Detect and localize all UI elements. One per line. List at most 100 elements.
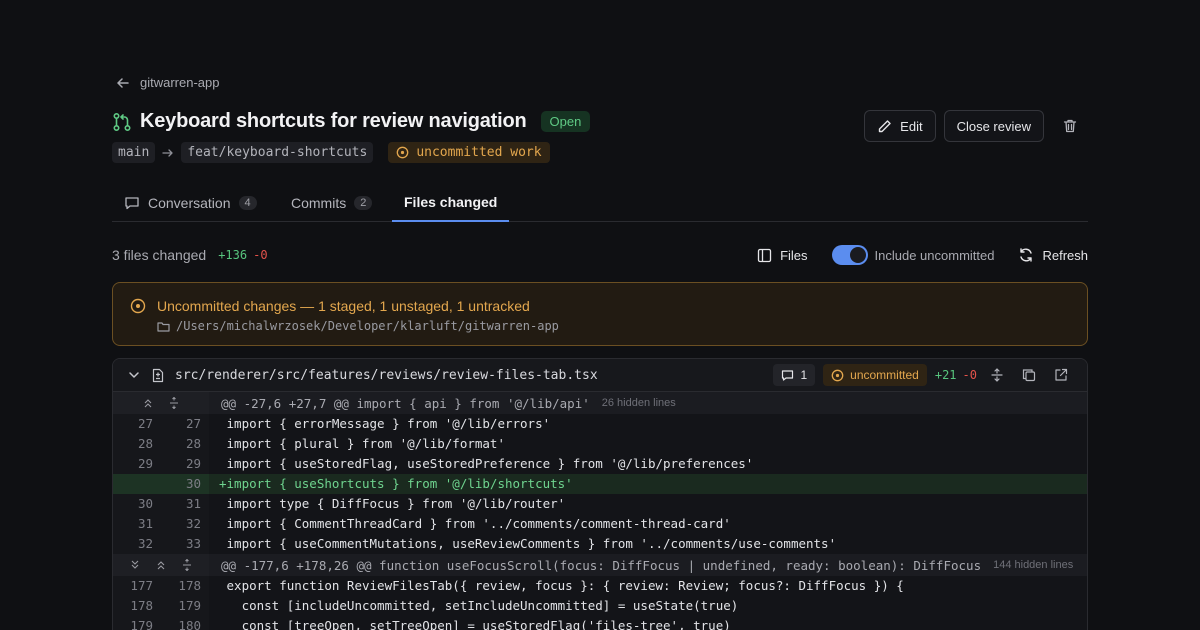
diff-line[interactable]: 177 178 export function ReviewFilesTab({ … [113, 576, 1087, 596]
line-number-gutter: 29 29 [113, 454, 209, 474]
comment-icon [782, 369, 794, 381]
new-line-number: 179 [178, 598, 201, 613]
diff-line[interactable]: 32 33 import { useCommentMutations, useRe… [113, 534, 1087, 554]
back-link-label: gitwarren-app [140, 75, 220, 90]
pencil-icon [878, 119, 891, 132]
new-line-number: 30 [185, 476, 201, 491]
banner-title: Uncommitted changes — 1 staged, 1 unstag… [157, 298, 530, 314]
uncommitted-banner: Uncommitted changes — 1 staged, 1 unstag… [112, 282, 1088, 346]
expand-up-icon[interactable] [156, 560, 166, 570]
expand-vertical-icon [991, 368, 1003, 382]
line-number-gutter: 179 180 [113, 616, 209, 630]
dot-circle-icon [396, 146, 409, 159]
chevron-down-icon[interactable] [127, 368, 141, 382]
uncommitted-work-label: uncommitted work [416, 145, 542, 160]
include-uncommitted-toggle[interactable] [831, 245, 868, 265]
line-number-gutter: 30 [113, 474, 209, 494]
external-link-icon [1055, 368, 1068, 381]
title-row: Keyboard shortcuts for review navigation… [112, 110, 591, 133]
deletions-count: -0 [253, 248, 268, 262]
tab-commits[interactable]: Commits 2 [279, 183, 384, 222]
line-number-gutter: 28 28 [113, 434, 209, 454]
diff-line-added[interactable]: 30 +import { useShortcuts } from '@/lib/s… [113, 474, 1087, 494]
hunk-expand-controls [113, 392, 209, 414]
new-line-number: 31 [185, 496, 201, 511]
uncommitted-label: uncommitted [850, 368, 919, 382]
folder-git-icon [157, 321, 170, 332]
hidden-lines-count[interactable]: 26 hidden lines [602, 397, 676, 409]
banner-path: /Users/michalwrzosek/Developer/klarluft/… [157, 319, 559, 333]
old-line-number: 30 [137, 496, 153, 511]
expand-all-button[interactable] [985, 368, 1009, 382]
file-diff-icon [152, 368, 164, 382]
dot-circle-icon [831, 369, 844, 381]
back-link[interactable]: gitwarren-app [116, 75, 220, 90]
close-review-button[interactable]: Close review [943, 110, 1044, 142]
expand-up-icon[interactable] [143, 398, 153, 408]
copy-path-button[interactable] [1017, 368, 1041, 382]
line-number-gutter: 178 179 [113, 596, 209, 616]
dot-circle-icon [130, 298, 146, 314]
expand-vertical-icon[interactable] [182, 559, 192, 571]
comment-count-badge[interactable]: 1 [773, 364, 816, 386]
tab-conversation[interactable]: Conversation 4 [112, 183, 269, 222]
code-line: +import { useShortcuts } from '@/lib/sho… [219, 476, 573, 491]
hunk-expand-controls [113, 554, 209, 576]
copy-icon [1022, 369, 1036, 382]
expand-vertical-icon[interactable] [169, 397, 179, 409]
line-number-gutter: 27 27 [113, 414, 209, 434]
diff-line[interactable]: 29 29 import { useStoredFlag, useStoredPr… [113, 454, 1087, 474]
file-additions: +21 [934, 368, 957, 382]
code-line: import { errorMessage } from '@/lib/erro… [219, 416, 551, 431]
old-line-number: 28 [137, 436, 153, 451]
diff-line[interactable]: 178 179 const [includeUncommitted, setInc… [113, 596, 1087, 616]
tab-commits-label: Commits [291, 194, 347, 211]
hunk-lines: 27 27 import { errorMessage } from '@/lib… [113, 414, 1087, 554]
sidebar-icon [757, 248, 772, 262]
repo-path: /Users/michalwrzosek/Developer/klarluft/… [176, 319, 559, 333]
hunk-header: @@ -177,6 +178,26 @@ function useFocusSc… [113, 554, 1087, 576]
new-line-number: 33 [185, 536, 201, 551]
files-tree-button[interactable]: Files [757, 247, 808, 263]
file-path[interactable]: src/renderer/src/features/reviews/review… [175, 368, 598, 383]
hidden-lines-count[interactable]: 144 hidden lines [993, 559, 1073, 571]
diff-line[interactable]: 179 180 const [treeOpen, setTreeOpen] = u… [113, 616, 1087, 630]
head-branch: feat/keyboard-shortcuts [181, 142, 374, 163]
diff-line[interactable]: 31 32 import { CommentThreadCard } from '… [113, 514, 1087, 534]
trash-icon [1063, 119, 1077, 133]
old-line-number: 177 [130, 578, 153, 593]
page-title: Keyboard shortcuts for review navigation [140, 110, 527, 132]
code-line: const [treeOpen, setTreeOpen] = useStore… [219, 618, 731, 630]
uncommitted-badge: uncommitted [823, 364, 927, 386]
delete-button[interactable] [1052, 110, 1088, 142]
code-line: import { CommentThreadCard } from '../co… [219, 516, 731, 531]
expand-down-icon[interactable] [130, 560, 140, 570]
edit-button[interactable]: Edit [864, 110, 936, 142]
old-line-number: 178 [130, 598, 153, 613]
code-line: import { useCommentMutations, useReviewC… [219, 536, 837, 551]
code-line: import { useStoredFlag, useStoredPrefere… [219, 456, 754, 471]
old-line-number: 179 [130, 618, 153, 630]
file-header: src/renderer/src/features/reviews/review… [113, 359, 1087, 392]
files-button-label: Files [780, 247, 808, 263]
code-line: const [includeUncommitted, setIncludeUnc… [219, 598, 739, 613]
file-deletions: -0 [962, 368, 977, 382]
file-actions: 1 uncommitted +21 -0 [773, 364, 1073, 386]
arrow-left-icon [117, 77, 129, 88]
hunk-header: @@ -27,6 +27,7 @@ import { api } from '@… [113, 392, 1087, 414]
status-badge: Open [540, 111, 591, 132]
diff-line[interactable]: 30 31 import type { DiffFocus } from '@/l… [113, 494, 1087, 514]
refresh-label: Refresh [1042, 247, 1088, 263]
line-number-gutter: 30 31 [113, 494, 209, 514]
tab-files-changed[interactable]: Files changed [392, 183, 510, 222]
old-line-number [113, 474, 161, 494]
diff-line[interactable]: 27 27 import { errorMessage } from '@/lib… [113, 414, 1087, 434]
old-line-number: 32 [137, 536, 153, 551]
diff-line[interactable]: 28 28 import { plural } from '@/lib/forma… [113, 434, 1087, 454]
refresh-icon [1020, 248, 1033, 262]
new-line-number: 180 [178, 618, 201, 630]
open-external-button[interactable] [1049, 368, 1073, 382]
line-number-gutter: 32 33 [113, 534, 209, 554]
tab-commits-count: 2 [354, 195, 373, 210]
refresh-button[interactable]: Refresh [1018, 247, 1088, 263]
